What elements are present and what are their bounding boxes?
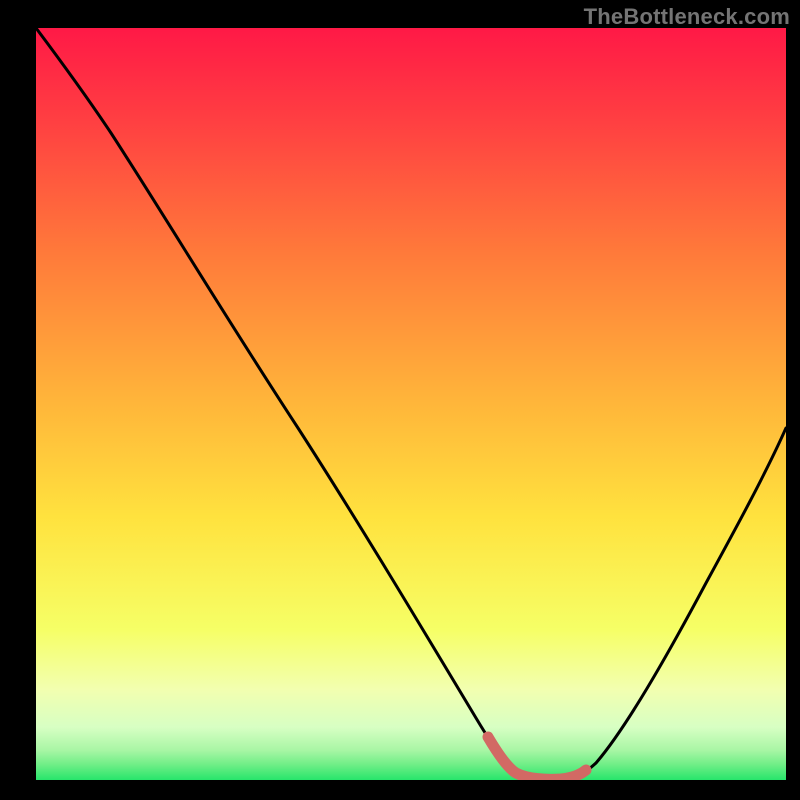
plot-area <box>36 28 786 780</box>
chart-svg <box>36 28 786 780</box>
chart-frame: TheBottleneck.com <box>0 0 800 800</box>
watermark: TheBottleneck.com <box>584 4 790 30</box>
gradient-background <box>36 28 786 780</box>
